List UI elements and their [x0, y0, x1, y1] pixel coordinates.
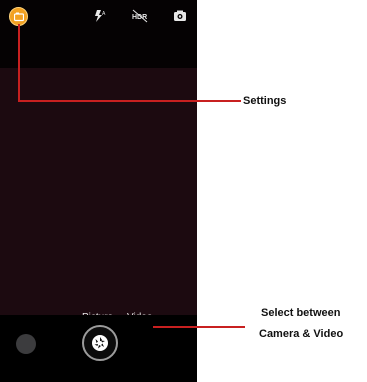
- gallery-thumbnail[interactable]: [16, 334, 36, 354]
- mode-callout-line: [153, 326, 245, 328]
- hdr-off-icon[interactable]: HDR: [131, 9, 149, 23]
- shutter-button[interactable]: [82, 325, 118, 361]
- camera-viewfinder[interactable]: [0, 68, 197, 315]
- settings-annotation-label: Settings: [243, 95, 287, 107]
- settings-callout-line-horizontal: [18, 100, 241, 102]
- mode-annotation-line2: Camera & Video: [259, 328, 344, 340]
- settings-icon: [14, 12, 24, 22]
- mode-annotation-line1: Select between: [261, 307, 341, 319]
- camera-app-screen: A HDR Picture Video: [0, 0, 197, 382]
- switch-camera-icon[interactable]: [173, 9, 187, 23]
- flash-auto-icon[interactable]: A: [93, 9, 107, 23]
- settings-callout-line-vertical: [18, 24, 20, 102]
- camera-top-bar: A HDR: [0, 0, 197, 36]
- svg-text:A: A: [102, 11, 106, 17]
- shutter-icon: [92, 335, 108, 351]
